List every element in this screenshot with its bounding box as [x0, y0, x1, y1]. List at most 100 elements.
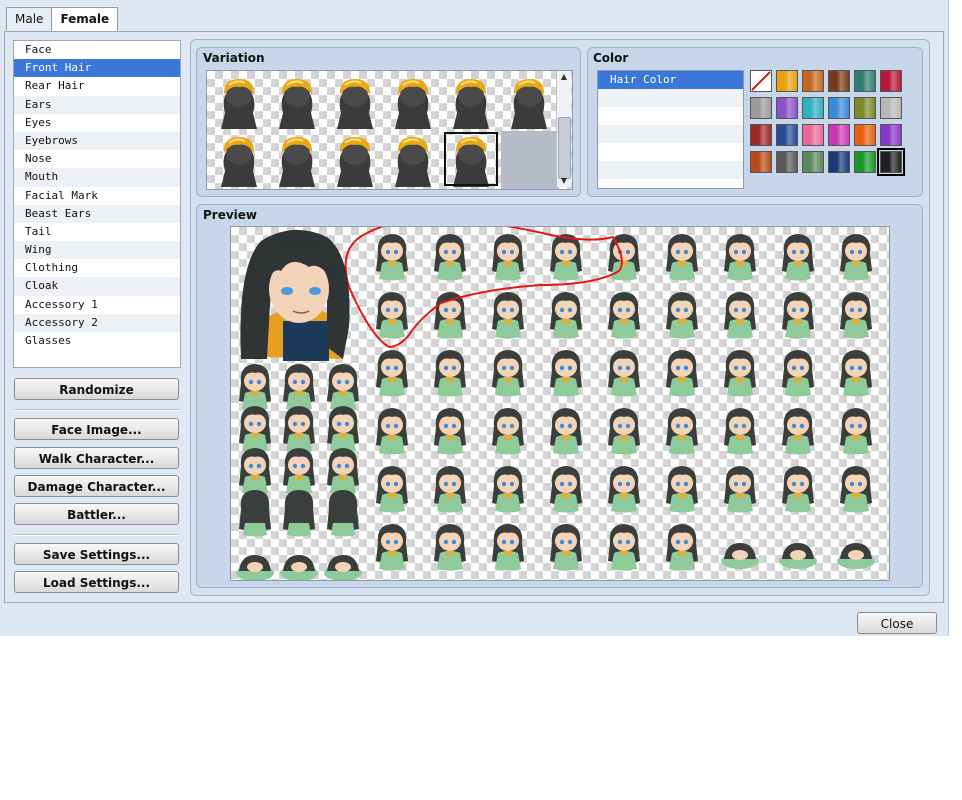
character-sprite: [376, 292, 408, 339]
color-swatch[interactable]: [877, 148, 905, 176]
no-color-icon: [751, 71, 771, 91]
part-item[interactable]: Clothing: [14, 259, 180, 277]
save-settings-button[interactable]: Save Settings...: [14, 543, 179, 565]
no-color-swatch[interactable]: [750, 70, 772, 92]
part-item[interactable]: Wing: [14, 241, 180, 260]
color-swatch[interactable]: [750, 124, 772, 146]
scroll-up-icon[interactable]: ▲: [557, 71, 571, 83]
damage-character-button[interactable]: Damage Character...: [14, 475, 179, 497]
part-item[interactable]: Facial Mark: [14, 187, 180, 205]
character-sprite: [283, 406, 315, 453]
part-item[interactable]: Tail: [14, 223, 180, 241]
part-item[interactable]: Front Hair: [14, 59, 180, 78]
character-sprite: [236, 555, 274, 581]
load-settings-button[interactable]: Load Settings...: [14, 571, 179, 593]
variation-item[interactable]: [443, 73, 499, 129]
variation-item[interactable]: [269, 131, 325, 187]
variation-item[interactable]: [269, 73, 325, 129]
character-sprite: [608, 466, 640, 513]
color-list-item[interactable]: [598, 143, 743, 161]
variation-item[interactable]: [385, 131, 441, 187]
color-swatch[interactable]: [854, 70, 876, 92]
color-swatch[interactable]: [776, 124, 798, 146]
color-swatch[interactable]: [880, 124, 902, 146]
part-item[interactable]: Accessory 2: [14, 313, 180, 332]
variation-item[interactable]: [327, 131, 383, 187]
color-swatch[interactable]: [776, 70, 798, 92]
color-swatches[interactable]: [750, 70, 910, 176]
parts-list[interactable]: Face Front Hair Rear Hair Ears Eyes Eyebrows N…: [13, 40, 181, 368]
color-swatch[interactable]: [750, 97, 772, 119]
character-sprite: [283, 364, 315, 411]
variation-item[interactable]: [443, 131, 499, 187]
character-sprite: [840, 408, 872, 455]
part-item[interactable]: Face: [14, 41, 180, 59]
part-item[interactable]: Eyebrows: [14, 131, 180, 151]
variation-scrollbar[interactable]: ▲ ▼: [556, 71, 571, 187]
part-item[interactable]: Eyes: [14, 114, 180, 132]
color-list[interactable]: Hair Color: [597, 70, 744, 189]
character-sprite: [721, 543, 759, 569]
character-sprite: [324, 555, 362, 581]
color-swatch[interactable]: [776, 97, 798, 119]
part-item[interactable]: Beast Ears: [14, 204, 180, 223]
scroll-thumb[interactable]: [558, 117, 571, 179]
character-sprite: [239, 490, 271, 537]
color-list-item[interactable]: [598, 161, 743, 179]
randomize-button[interactable]: Randomize: [14, 378, 179, 400]
tab-female[interactable]: Female: [51, 7, 119, 33]
color-swatch[interactable]: [828, 70, 850, 92]
character-sprite: [434, 408, 466, 455]
scroll-down-icon[interactable]: ▼: [557, 175, 571, 187]
variation-item[interactable]: [501, 73, 557, 129]
part-item[interactable]: Glasses: [14, 332, 180, 350]
color-list-item[interactable]: [598, 125, 743, 143]
color-swatch[interactable]: [750, 151, 772, 173]
face-image-button[interactable]: Face Image...: [14, 418, 179, 440]
character-sprite: [840, 466, 872, 513]
color-swatch[interactable]: [880, 70, 902, 92]
color-swatch[interactable]: [802, 124, 824, 146]
color-list-item[interactable]: Hair Color: [598, 71, 743, 89]
character-sprite: [283, 448, 315, 495]
color-swatch[interactable]: [880, 97, 902, 119]
part-item[interactable]: Nose: [14, 150, 180, 168]
part-item[interactable]: Ears: [14, 95, 180, 114]
color-swatch[interactable]: [854, 151, 876, 173]
character-sprite: [280, 555, 318, 581]
color-list-item[interactable]: [598, 89, 743, 107]
color-swatch[interactable]: [854, 124, 876, 146]
color-swatch[interactable]: [802, 97, 824, 119]
character-sprite: [376, 234, 408, 281]
gender-tabs: Male Female: [6, 7, 119, 33]
variation-item[interactable]: [327, 73, 383, 129]
color-swatch[interactable]: [828, 124, 850, 146]
color-swatch[interactable]: [828, 151, 850, 173]
color-list-item[interactable]: [598, 107, 743, 125]
battler-button[interactable]: Battler...: [14, 503, 179, 525]
tab-male[interactable]: Male: [6, 7, 53, 30]
character-sprite: [376, 350, 408, 397]
variation-grid[interactable]: [206, 70, 573, 190]
color-swatch[interactable]: [854, 97, 876, 119]
separator: [14, 409, 179, 411]
character-sprite: [840, 350, 872, 397]
character-sprite: [724, 408, 756, 455]
part-item[interactable]: Cloak: [14, 277, 180, 296]
variation-item[interactable]: [385, 73, 441, 129]
variation-item[interactable]: [211, 73, 267, 129]
part-item[interactable]: Accessory 1: [14, 296, 180, 314]
variation-item[interactable]: [211, 131, 267, 187]
character-sprite: [327, 364, 359, 411]
color-swatch[interactable]: [828, 97, 850, 119]
color-swatch[interactable]: [802, 70, 824, 92]
part-item[interactable]: Mouth: [14, 168, 180, 187]
walk-character-button[interactable]: Walk Character...: [14, 447, 179, 469]
part-item[interactable]: Rear Hair: [14, 77, 180, 95]
close-button[interactable]: Close: [857, 612, 937, 634]
color-swatch[interactable]: [802, 151, 824, 173]
character-sprite: [434, 524, 466, 571]
color-swatch[interactable]: [776, 151, 798, 173]
character-sprite: [782, 234, 814, 281]
character-sprite: [376, 466, 408, 513]
